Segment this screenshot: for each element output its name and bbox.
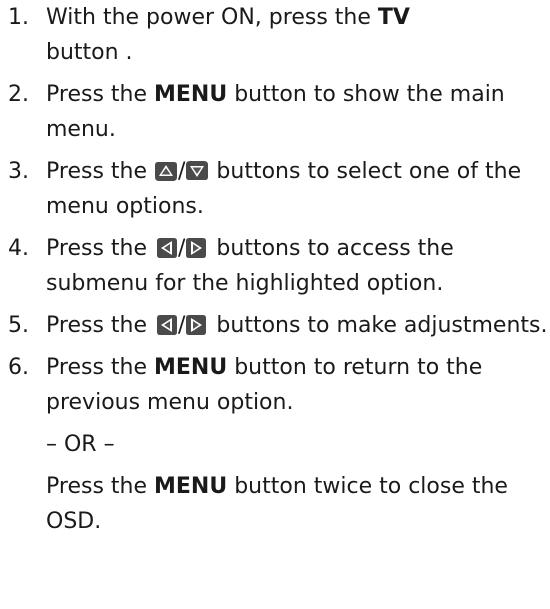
step-number: 2. [8,82,29,107]
step-2: 2. Press the MENU button to show the mai… [8,77,548,147]
step-number: 4. [8,236,29,261]
alternate-instruction: Press the MENU button twice to close the… [46,469,548,539]
right-arrow-button-icon [186,238,207,258]
slash-separator: / [178,236,186,261]
step-text: button . [46,40,133,65]
or-separator: – OR – [46,432,115,457]
step-text: Press the [46,313,154,338]
step-text: Press the [46,82,154,107]
step-text: Press the [46,355,154,380]
step-text: Press the [46,236,154,261]
right-arrow-button-icon [186,315,207,335]
slash-separator: / [178,159,186,184]
up-arrow-button-icon [155,162,177,181]
step-text: buttons to make adjustments. [209,313,548,338]
left-arrow-button-icon [157,238,177,258]
step-4: 4. Press the / buttons to access the sub… [8,231,548,301]
step-number: 5. [8,313,29,338]
step-3: 3. Press the / buttons to select one of … [8,154,548,224]
menu-button-label: MENU [154,474,228,499]
step-number: 6. [8,355,29,380]
instruction-list: 1. With the power ON, press the TV butto… [8,0,548,546]
step-5: 5. Press the / buttons to make adjustmen… [8,308,548,343]
step-text: Press the [46,159,154,184]
tv-button-label: TV [377,5,410,30]
slash-separator: / [178,313,186,338]
step-1: 1. With the power ON, press the TV butto… [8,0,548,70]
step-number: 1. [8,5,29,30]
menu-button-label: MENU [154,82,228,107]
left-arrow-button-icon [157,315,177,335]
step-text: With the power ON, press the [46,5,378,30]
down-arrow-button-icon [186,161,209,180]
step-text: Press the [46,474,154,499]
step-number: 3. [8,159,29,184]
page: { "steps": [ { "num": "1.", "t1": "With … [0,0,550,609]
menu-button-label: MENU [154,355,228,380]
step-6: 6. Press the MENU button to return to th… [8,350,548,539]
